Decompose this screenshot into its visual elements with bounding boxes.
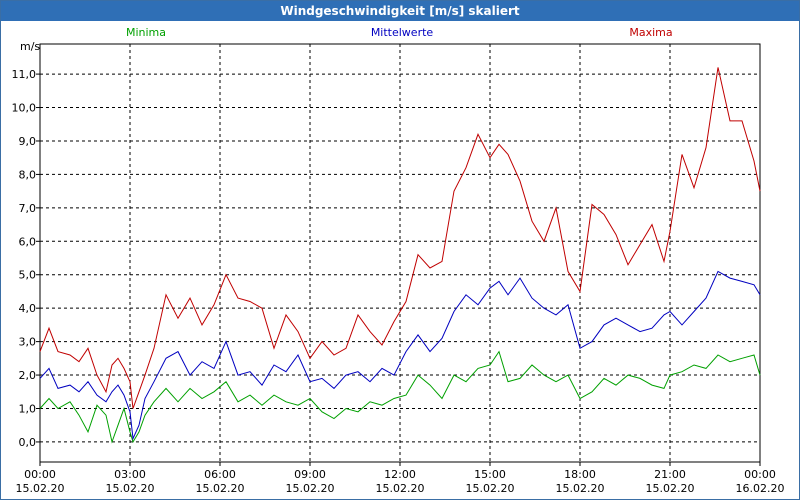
legend-maxima: Maxima xyxy=(629,26,672,39)
legend-minima: Minima xyxy=(126,26,166,39)
x-tick-time: 18:00 xyxy=(564,468,596,481)
y-tick-label: 4,0 xyxy=(19,302,37,315)
y-axis-label: m/s xyxy=(20,40,40,53)
x-tick-time: 06:00 xyxy=(204,468,236,481)
x-tick-date: 15.02.20 xyxy=(16,482,65,495)
x-tick-time: 03:00 xyxy=(114,468,146,481)
x-tick-time: 15:00 xyxy=(474,468,506,481)
y-tick-label: 1,0 xyxy=(19,402,37,415)
x-tick-date: 15.02.20 xyxy=(646,482,695,495)
x-tick-date: 16.02.20 xyxy=(736,482,785,495)
legend-mittelwerte: Mittelwerte xyxy=(371,26,434,39)
y-tick-label: 8,0 xyxy=(19,168,37,181)
y-tick-label: 2,0 xyxy=(19,369,37,382)
y-tick-label: 7,0 xyxy=(19,202,37,215)
x-tick-date: 15.02.20 xyxy=(196,482,245,495)
grid xyxy=(40,44,760,462)
y-tick-label: 11,0 xyxy=(12,68,37,81)
x-tick-time: 21:00 xyxy=(654,468,686,481)
x-tick-date: 15.02.20 xyxy=(286,482,335,495)
y-tick-label: 5,0 xyxy=(19,269,37,282)
line-chart: 0,0 1,0 2,0 3,0 4,0 5,0 6,0 7,0 8,0 9,0 10,0 11,0 00… xyxy=(12,26,785,495)
y-tick-label: 3,0 xyxy=(19,336,37,349)
x-tick-time: 12:00 xyxy=(384,468,416,481)
y-tick-label: 10,0 xyxy=(12,102,37,115)
y-tick-label: 6,0 xyxy=(19,235,37,248)
x-tick-time: 00:00 xyxy=(744,468,776,481)
tick-labels: 0,0 1,0 2,0 3,0 4,0 5,0 6,0 7,0 8,0 9,0 10,0 11,0 00… xyxy=(12,68,785,495)
y-tick-label: 9,0 xyxy=(19,135,37,148)
x-tick-date: 15.02.20 xyxy=(556,482,605,495)
x-tick-date: 15.02.20 xyxy=(106,482,155,495)
x-tick-time: 00:00 xyxy=(24,468,56,481)
x-tick-date: 15.02.20 xyxy=(466,482,515,495)
x-tick-date: 15.02.20 xyxy=(376,482,425,495)
x-tick-time: 09:00 xyxy=(294,468,326,481)
y-tick-label: 0,0 xyxy=(19,436,37,449)
